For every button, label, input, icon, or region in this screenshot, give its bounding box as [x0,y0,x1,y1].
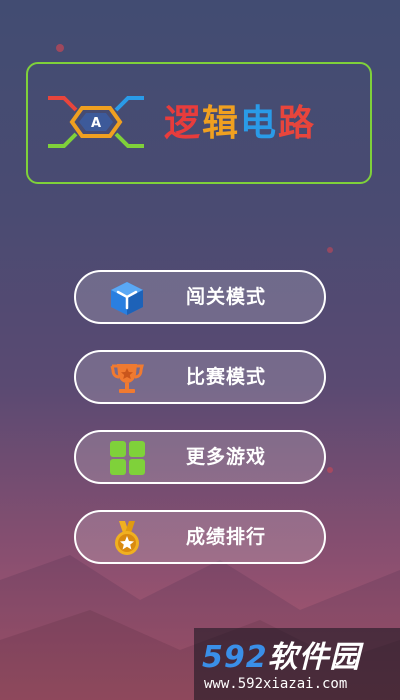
app-title-char-4: 路 [278,103,317,144]
contest-mode-label: 比赛模式 [186,366,267,388]
medal-icon [115,521,139,555]
watermark-brand: 592软件园 [202,632,361,676]
more-games-button[interactable]: 更多游戏 [74,430,326,484]
logic-gate-logo-icon: A [48,96,144,148]
more-games-label: 更多游戏 [186,446,267,468]
watermark-url: www.592xiazai.com [204,676,348,692]
app-title-char-2: 辑 [202,103,241,144]
app-title-char-3: 电 [240,103,279,144]
app-title-char-1: 逻 [164,103,203,144]
grid-icon [110,441,145,475]
logo-letter: A [91,116,101,131]
watermark-brand-text: 软件园 [267,640,361,675]
app-title: 逻辑电路 [164,100,316,148]
watermark-brand-number: 592 [202,640,268,675]
leaderboard-button[interactable]: 成绩排行 [74,510,326,564]
level-mode-button[interactable]: 闯关模式 [74,270,326,324]
trophy-icon [110,364,144,393]
contest-mode-button[interactable]: 比赛模式 [74,350,326,404]
cube-icon [111,282,143,315]
watermark: 592软件园 www.592xiazai.com [194,628,400,700]
leaderboard-label: 成绩排行 [186,526,267,548]
level-mode-label: 闯关模式 [186,286,267,308]
logo-panel: A 逻辑电路 [26,62,372,184]
